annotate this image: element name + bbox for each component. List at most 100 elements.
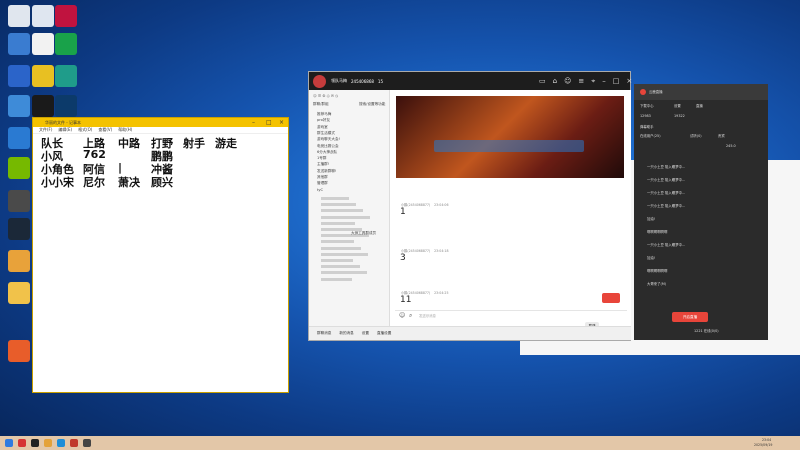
maximize-icon[interactable]: □ [266, 119, 272, 126]
recycle-bin-icon[interactable] [8, 5, 30, 27]
app-red-icon[interactable] [55, 5, 77, 27]
stream-chat-row: 一只小土豆 陷入睡梦中... [640, 203, 685, 208]
qq-group-list: ☺ ☰ ⚙ ◎ ✉ ◷ 群聊/群组 搜索/设置等功能 推荐马梅 pro好友 游戏室群… [309, 90, 390, 340]
stream-chat-text: 一只小土豆 陷入睡梦中... [647, 243, 686, 247]
stream-chat-text: 啊啊啊啊啊啊 [647, 230, 668, 234]
bottom-item-1[interactable]: 群聊消息 [317, 331, 331, 336]
start-live-button[interactable]: 开启直播 [672, 312, 708, 322]
taskbar-app3-icon[interactable] [44, 439, 52, 447]
group-list-item[interactable]: 其他群 [317, 175, 328, 180]
close-icon[interactable]: × [279, 119, 284, 126]
bottom-item-2[interactable]: 新的消息 [339, 331, 353, 336]
power-icon[interactable] [55, 95, 77, 117]
close-icon[interactable]: × [626, 77, 632, 85]
chrome-icon[interactable] [32, 65, 54, 87]
member-list-item[interactable] [321, 246, 361, 250]
taskbar-app1-icon[interactable] [18, 439, 26, 447]
list-icon[interactable]: ≡ [578, 77, 584, 85]
menu-view[interactable]: 查看(V) [98, 127, 112, 133]
clock-time[interactable]: 23:04 [762, 438, 771, 442]
maximize-icon[interactable]: □ [613, 77, 620, 85]
folder2-icon[interactable] [8, 282, 30, 304]
notepad-cell: 小小宋 [41, 176, 74, 189]
qq-music-icon[interactable] [55, 33, 77, 55]
message-time: 23:04:18 [434, 249, 449, 253]
member-list-item[interactable] [321, 240, 354, 244]
notepad-cell: 尼尔 [83, 176, 105, 189]
minimize-icon[interactable]: – [252, 119, 255, 126]
nvidia-icon[interactable] [8, 157, 30, 179]
stream-assistant-window[interactable]: 云鹿直播 下载中心 设置 直播 12983 19322 弹幕助手 在线用户(25… [634, 84, 768, 340]
member-list-item[interactable] [321, 252, 368, 256]
group-list-item[interactable]: pro好友 [317, 118, 330, 123]
group-list-item[interactable]: 推荐马梅 [317, 112, 331, 117]
member-list-item[interactable] [321, 265, 360, 269]
steam-icon[interactable] [8, 218, 30, 240]
stream-tab-download[interactable]: 下载中心 [640, 103, 654, 108]
taskbar-app5-icon[interactable] [70, 439, 78, 447]
stream-subtab-online[interactable]: 在线用户(25) [640, 133, 661, 138]
phone-icon[interactable] [8, 127, 30, 149]
stream-online: 19322 [674, 114, 685, 118]
member-list-item[interactable] [321, 203, 356, 207]
group-list-item[interactable]: 主播群! [317, 162, 329, 167]
taskbar-app4-icon[interactable] [57, 439, 65, 447]
menu-help[interactable]: 帮助(H) [118, 127, 132, 133]
group-list-item[interactable]: 游戏室 [317, 125, 328, 130]
notepad-titlebar[interactable]: 华丽的文件 - 记事本 – □ × [33, 118, 288, 127]
group-list-item[interactable]: 发送新群聊! [317, 169, 336, 174]
member-list-item[interactable] [321, 271, 367, 275]
group-list-item[interactable]: 1号群 [317, 156, 326, 161]
stream-subtab-vip[interactable]: 贵宾 [718, 133, 725, 138]
notepad-window[interactable]: 华丽的文件 - 记事本 – □ × 文件(F) 编辑(E) 格式(O) 查看(V… [32, 117, 289, 393]
gift-button[interactable] [602, 293, 620, 303]
member-list-item[interactable] [321, 215, 370, 219]
gear-icon[interactable] [8, 190, 30, 212]
menu-format[interactable]: 格式(O) [78, 127, 92, 133]
pin-icon[interactable]: ⌖ [591, 77, 595, 86]
group-list-item[interactable]: 游戏聊天大会! [317, 137, 340, 142]
taskbar-app2-icon[interactable] [31, 439, 39, 447]
stream-chat-text: 一只小土豆 陷入睡梦中... [647, 178, 686, 182]
bottom-item-3[interactable]: 设置 [362, 331, 369, 336]
group-list-item[interactable]: 电竞比赛公会 [317, 144, 339, 149]
qq-group-window[interactable]: 领队马梅 245406868 15 ▭ ⌂ ☺ ≡ ⌖ – □ × ☺ ☰ ⚙ … [308, 71, 632, 341]
taskbar-app6-icon[interactable] [83, 439, 91, 447]
start-icon[interactable] [5, 439, 13, 447]
stream-tab-live[interactable]: 直播 [696, 103, 703, 108]
member-list-item[interactable] [321, 209, 363, 213]
qq-left-header: 群聊/群组 [313, 102, 329, 106]
home-icon[interactable]: ⌂ [553, 77, 557, 85]
folder-icon[interactable] [32, 33, 54, 55]
shield-icon[interactable] [8, 65, 30, 87]
game-icon[interactable] [55, 65, 77, 87]
group-list-item[interactable]: 6分大神战队 [317, 150, 337, 155]
member-list-item[interactable] [321, 277, 352, 281]
member-list-item[interactable] [321, 221, 355, 225]
app-orange-icon[interactable] [8, 340, 30, 362]
search-icon[interactable]: ⌕ [409, 312, 412, 320]
monitor-icon[interactable]: ▭ [539, 77, 546, 85]
stream-tab-settings[interactable]: 设置 [674, 103, 681, 108]
pubg-icon[interactable] [8, 250, 30, 272]
minimize-icon[interactable]: – [602, 77, 606, 85]
bottom-item-4[interactable]: 直播设置 [377, 331, 391, 336]
pc-icon[interactable] [8, 33, 30, 55]
group-list-item[interactable]: 管理群 [317, 181, 328, 186]
qq-left-search: 搜索/设置等功能 [359, 102, 386, 106]
group-list-item[interactable]: tyC [317, 188, 323, 192]
member-list-item[interactable] [321, 197, 349, 200]
clock-date[interactable]: 2025/09/19 [754, 443, 772, 447]
document-icon[interactable] [32, 5, 54, 27]
user-icon[interactable]: ☺ [564, 77, 571, 85]
stream-subtab-trial[interactable]: 试听(0) [690, 133, 702, 138]
media-icon[interactable] [32, 95, 54, 117]
photo-icon[interactable] [8, 95, 30, 117]
chat-input[interactable]: 发送@消息 [419, 313, 436, 318]
notepad-cell: 游走 [215, 137, 237, 150]
group-list-item[interactable]: 群生活模式 [317, 131, 335, 136]
member-list-item[interactable] [321, 259, 353, 262]
emoji-icon[interactable]: ☺ [399, 312, 405, 319]
menu-edit[interactable]: 编辑(E) [58, 127, 72, 133]
menu-file[interactable]: 文件(F) [39, 127, 52, 133]
